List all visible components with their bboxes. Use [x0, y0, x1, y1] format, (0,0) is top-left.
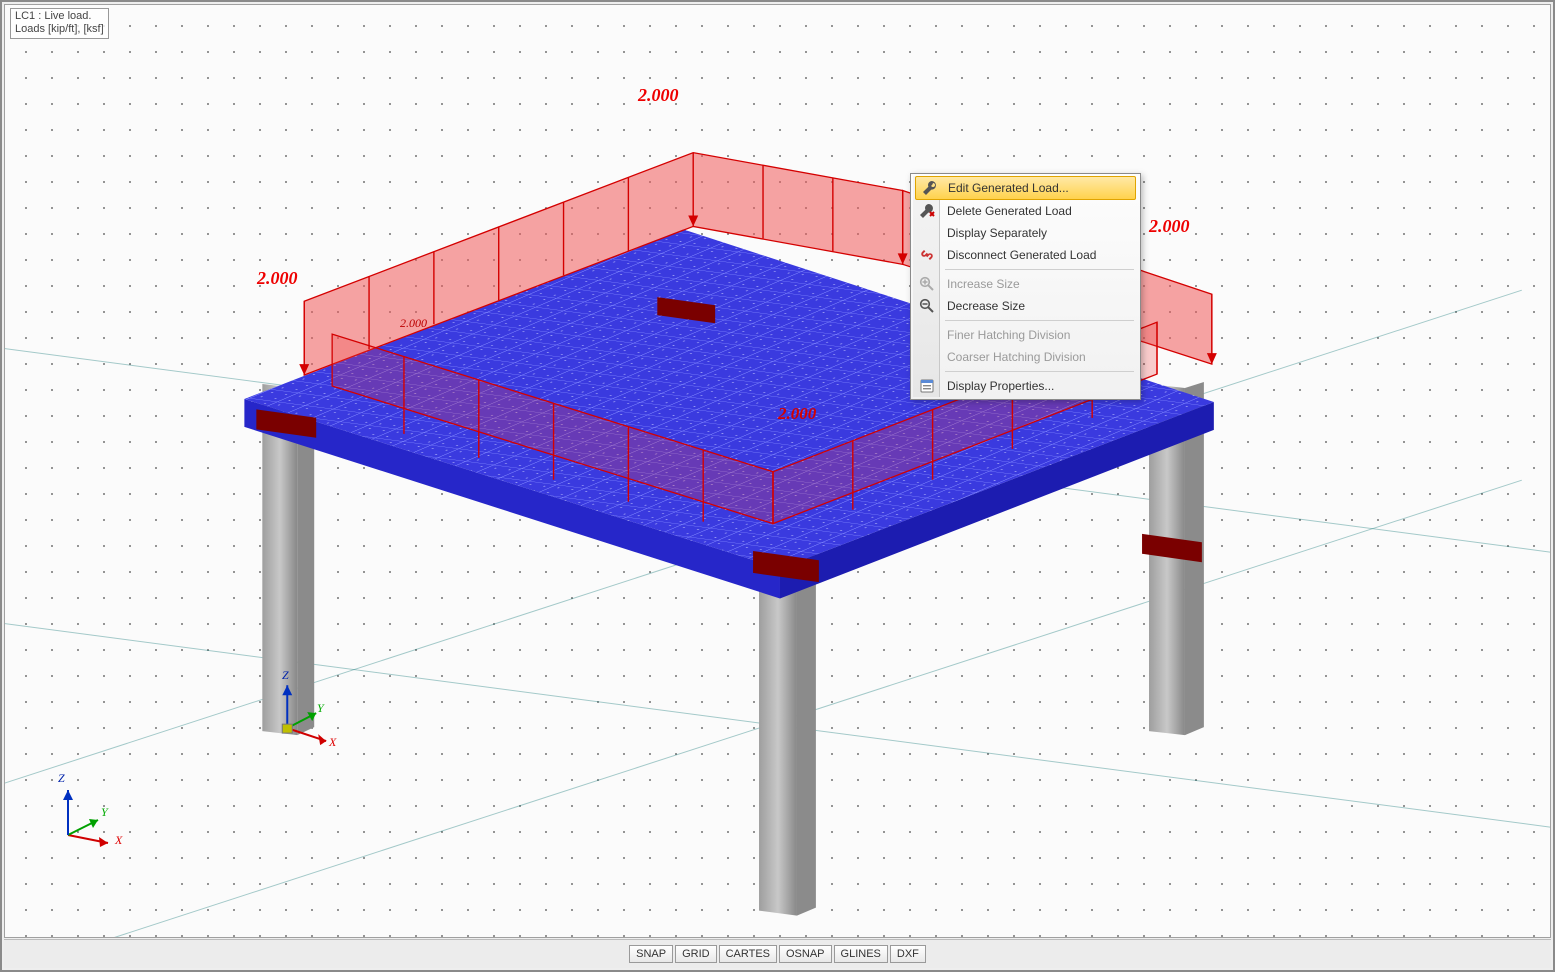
unlink-icon [918, 246, 936, 264]
axis-z-label: Z [282, 668, 289, 683]
menu-item-label: Decrease Size [947, 299, 1025, 313]
axis-x-label: X [115, 833, 122, 848]
properties-icon [918, 377, 936, 395]
menu-item-display-properties[interactable]: Display Properties... [913, 375, 1138, 397]
load-value-label: 2.000 [1149, 217, 1190, 235]
status-toggle-glines[interactable]: GLINES [834, 945, 888, 963]
status-toggle-dxf[interactable]: DXF [890, 945, 926, 963]
menu-item-disconnect-generated-load[interactable]: Disconnect Generated Load [913, 244, 1138, 266]
axis-y-label: Y [317, 701, 324, 716]
menu-item-label: Edit Generated Load... [948, 181, 1069, 195]
menu-item-increase-size: Increase Size [913, 273, 1138, 295]
wrench-x-icon [918, 202, 936, 220]
menu-item-label: Finer Hatching Division [947, 328, 1070, 342]
viewport-3d[interactable]: 2.000 2.000 2.000 2.000 2.000 LC1 : Live… [4, 4, 1551, 938]
wrench-icon [921, 179, 939, 197]
status-toggle-grid[interactable]: GRID [675, 945, 717, 963]
axis-y-label: Y [101, 805, 108, 820]
menu-item-edit-generated-load[interactable]: Edit Generated Load... [915, 176, 1136, 200]
zoom-in-icon [918, 275, 936, 293]
menu-item-label: Delete Generated Load [947, 204, 1072, 218]
status-toggle-osnap[interactable]: OSNAP [779, 945, 832, 963]
column [759, 548, 816, 916]
status-toggle-snap[interactable]: SNAP [629, 945, 673, 963]
status-toggle-cartes[interactable]: CARTES [719, 945, 777, 963]
load-value-label: 2.000 [638, 86, 679, 104]
menu-separator [945, 371, 1134, 372]
status-bar: SNAP GRID CARTES OSNAP GLINES DXF [4, 939, 1551, 968]
load-value-label: 2.000 [778, 405, 816, 423]
load-value-label: 2.000 [257, 269, 298, 287]
menu-separator [945, 320, 1134, 321]
menu-item-delete-generated-load[interactable]: Delete Generated Load [913, 200, 1138, 222]
menu-item-decrease-size[interactable]: Decrease Size [913, 295, 1138, 317]
axis-z-label: Z [58, 771, 65, 786]
load-case-label: LC1 : Live load. [15, 10, 104, 23]
viewport-info-box: LC1 : Live load. Loads [kip/ft], [ksf] [10, 8, 109, 39]
context-menu: Edit Generated Load... Delete Generated … [910, 173, 1141, 400]
menu-item-label: Coarser Hatching Division [947, 350, 1086, 364]
menu-item-finer-hatching: Finer Hatching Division [913, 324, 1138, 346]
load-value-label-small: 2.000 [400, 314, 427, 332]
menu-item-coarser-hatching: Coarser Hatching Division [913, 346, 1138, 368]
scene-svg [5, 5, 1550, 938]
axis-x-label: X [329, 735, 336, 750]
menu-item-display-separately[interactable]: Display Separately [913, 222, 1138, 244]
menu-item-label: Increase Size [947, 277, 1020, 291]
app-frame: 2.000 2.000 2.000 2.000 2.000 LC1 : Live… [0, 0, 1555, 972]
menu-item-label: Disconnect Generated Load [947, 248, 1096, 262]
menu-item-label: Display Properties... [947, 379, 1054, 393]
load-units-label: Loads [kip/ft], [ksf] [15, 23, 104, 36]
menu-item-label: Display Separately [947, 226, 1047, 240]
menu-separator [945, 269, 1134, 270]
zoom-out-icon [918, 297, 936, 315]
global-axis-triad: X Y Z [53, 775, 123, 845]
